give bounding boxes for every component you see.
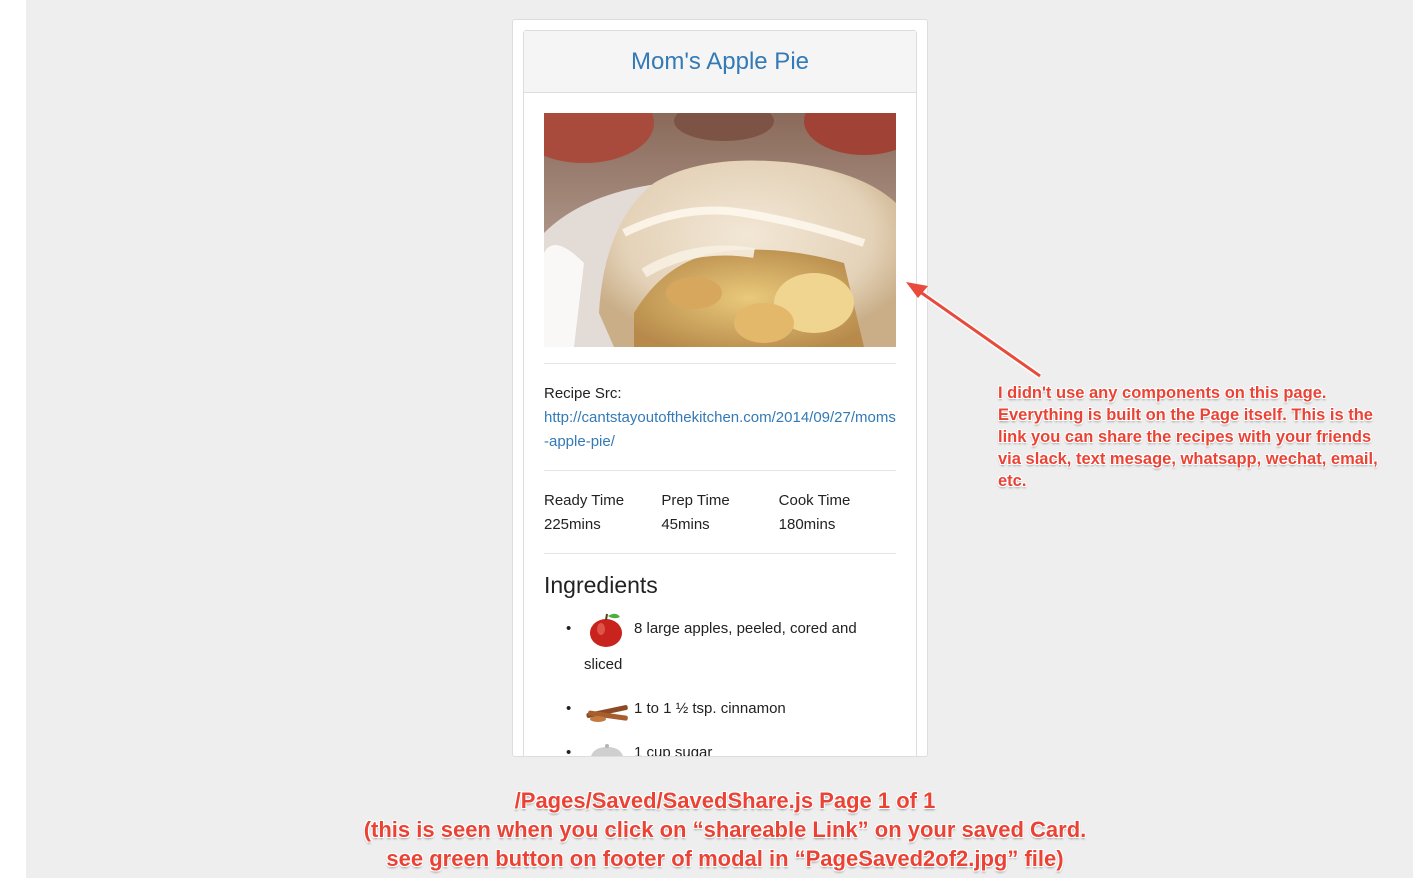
divider [544, 363, 896, 364]
annotation-note: I didn't use any components on this page… [998, 384, 1378, 490]
divider [544, 553, 896, 554]
ready-time-value: 225mins [544, 516, 601, 533]
recipe-title: Mom's Apple Pie [631, 47, 809, 75]
cinnamon-icon [584, 691, 630, 727]
ingredients-list: 8 large apples, peeled, cored and sliced… [544, 611, 896, 757]
sugar-icon [584, 735, 630, 756]
recipe-panel: Mom's Apple Pie Recipe Src: http://cants… [523, 30, 917, 757]
list-item: 1 to 1 ½ tsp. cinnamon [566, 691, 896, 727]
caption-line: (this is seen when you click on “shareab… [363, 817, 1087, 842]
caption-line: see green button on footer of modal in “… [386, 846, 1064, 871]
recipe-times: Ready Time 225mins Prep Time 45mins Cook… [544, 489, 896, 537]
divider [544, 470, 896, 471]
list-item: 1 cup sugar [566, 735, 896, 757]
list-item: 8 large apples, peeled, cored and sliced [566, 611, 896, 683]
prep-time-value: 45mins [661, 516, 710, 533]
recipe-image [544, 113, 896, 347]
ingredient-text: 1 to 1 ½ tsp. cinnamon [634, 700, 786, 718]
panel-heading: Mom's Apple Pie [524, 31, 916, 93]
ingredients-heading: Ingredients [544, 572, 658, 598]
annotation-caption: /Pages/Saved/SavedShare.js Page 1 of 1 (… [300, 786, 1150, 873]
prep-time-label: Prep Time [661, 492, 730, 509]
recipe-card: Mom's Apple Pie Recipe Src: http://cants… [512, 19, 928, 757]
recipe-source-link[interactable]: http://cantstayoutofthekitchen.com/2014/… [544, 406, 896, 454]
cook-time-value: 180mins [778, 516, 836, 533]
ingredient-text: 1 cup sugar [634, 744, 713, 757]
ready-time: Ready Time 225mins [544, 489, 661, 537]
prep-time: Prep Time 45mins [661, 489, 778, 537]
cook-time: Cook Time 180mins [779, 489, 896, 537]
caption-line: /Pages/Saved/SavedShare.js Page 1 of 1 [514, 788, 936, 813]
recipe-source: Recipe Src: http://cantstayoutofthekitch… [544, 382, 896, 454]
recipe-source-label: Recipe Src: [544, 385, 622, 402]
cook-time-label: Cook Time [778, 492, 851, 509]
apple-icon [584, 611, 630, 648]
panel-body: Recipe Src: http://cantstayoutofthekitch… [524, 93, 916, 757]
ready-time-label: Ready Time [544, 492, 625, 509]
